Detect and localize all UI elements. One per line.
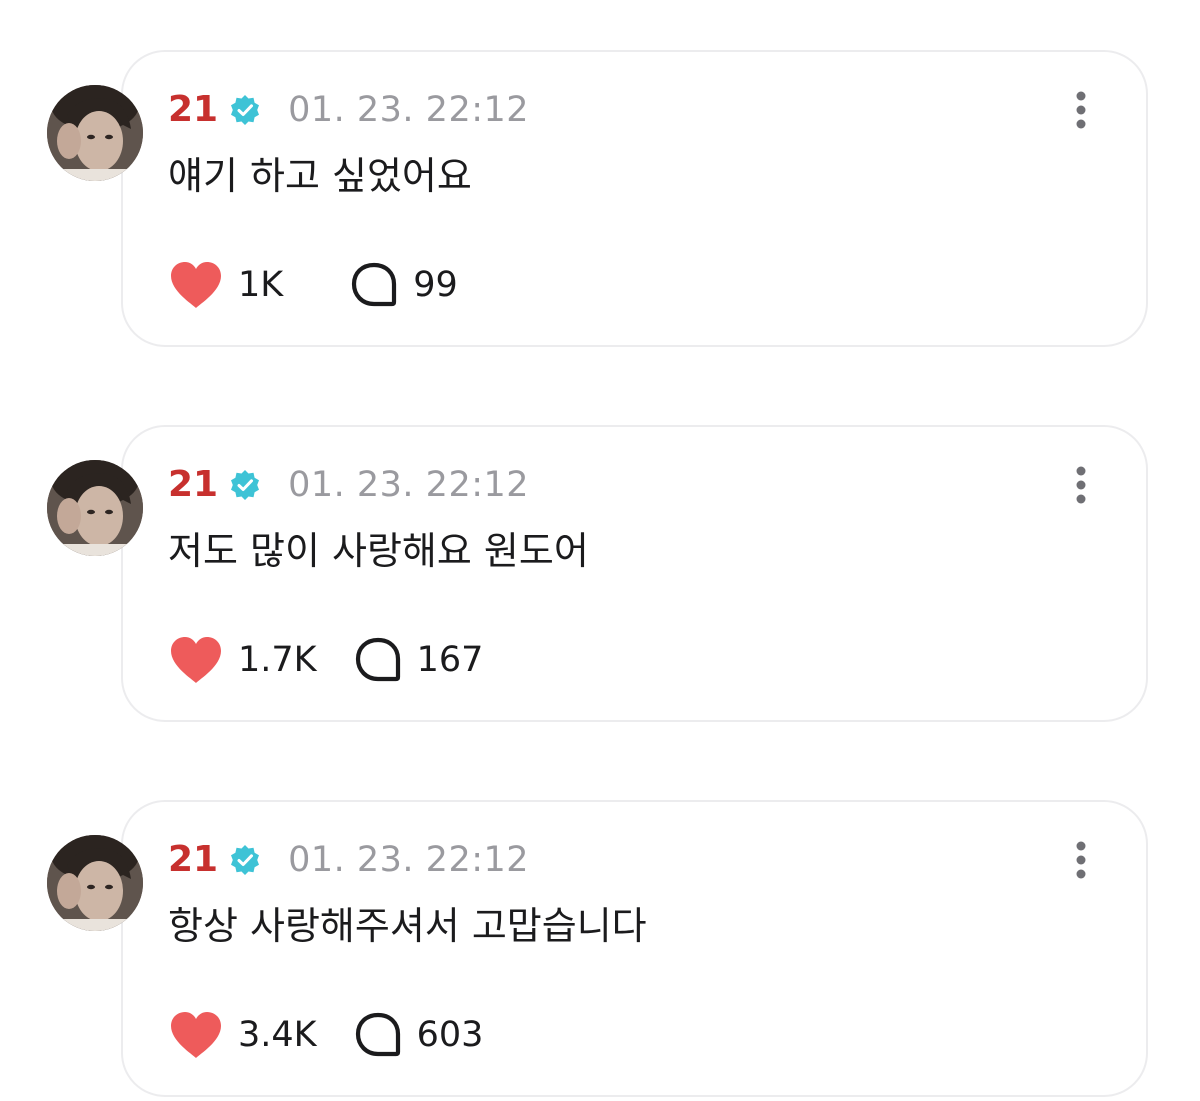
post-card: 21 01. 23. 22:12 항상 사랑해주셔서 고맙습니다 3.4K 60… xyxy=(0,800,1200,1100)
vertical-ellipsis-icon xyxy=(1076,841,1086,879)
like-button[interactable]: 1K xyxy=(168,260,283,310)
post-text: 항상 사랑해주셔서 고맙습니다 xyxy=(168,904,647,948)
post-text: 얘기 하고 싶었어요 xyxy=(168,154,472,198)
heart-icon xyxy=(171,262,221,308)
speech-bubble-icon xyxy=(355,1012,400,1057)
speech-bubble-icon xyxy=(352,262,397,307)
post-timestamp: 01. 23. 22:12 xyxy=(288,90,530,130)
post-actions: 1.7K 167 xyxy=(168,635,483,685)
post-timestamp: 01. 23. 22:12 xyxy=(288,840,530,880)
like-button[interactable]: 3.4K xyxy=(168,1010,317,1060)
like-button[interactable]: 1.7K xyxy=(168,635,317,685)
avatar-image xyxy=(47,460,143,556)
like-count: 1K xyxy=(238,265,284,305)
comment-count: 603 xyxy=(416,1015,484,1055)
more-options-button[interactable] xyxy=(1064,463,1098,507)
heart-icon xyxy=(171,637,221,683)
post-header: 21 01. 23. 22:12 xyxy=(168,463,529,507)
verified-badge-icon xyxy=(228,93,262,127)
post-actions: 1K 99 xyxy=(168,260,458,310)
avatar-image xyxy=(47,85,143,181)
like-count: 1.7K xyxy=(238,640,317,680)
comment-count: 167 xyxy=(416,640,484,680)
more-options-button[interactable] xyxy=(1064,838,1098,882)
author-name[interactable]: 21 xyxy=(168,838,218,882)
post-actions: 3.4K 603 xyxy=(168,1010,483,1060)
speech-bubble-icon xyxy=(355,637,400,682)
post-card: 21 01. 23. 22:12 얘기 하고 싶었어요 1K 99 xyxy=(0,50,1200,350)
verified-badge-icon xyxy=(228,843,262,877)
heart-icon xyxy=(171,1012,221,1058)
post-text: 저도 많이 사랑해요 원도어 xyxy=(168,529,589,573)
like-count: 3.4K xyxy=(238,1015,317,1055)
verified-badge-icon xyxy=(228,468,262,502)
post-timestamp: 01. 23. 22:12 xyxy=(288,465,530,505)
author-name[interactable]: 21 xyxy=(168,463,218,507)
post-header: 21 01. 23. 22:12 xyxy=(168,838,529,882)
comment-count: 99 xyxy=(413,265,458,305)
avatar-image xyxy=(47,835,143,931)
avatar[interactable] xyxy=(47,835,143,931)
post-card: 21 01. 23. 22:12 저도 많이 사랑해요 원도어 1.7K 167 xyxy=(0,425,1200,725)
post-header: 21 01. 23. 22:12 xyxy=(168,88,529,132)
vertical-ellipsis-icon xyxy=(1076,466,1086,504)
more-options-button[interactable] xyxy=(1064,88,1098,132)
comment-button[interactable]: 167 xyxy=(353,635,484,685)
comment-button[interactable]: 603 xyxy=(353,1010,484,1060)
author-name[interactable]: 21 xyxy=(168,88,218,132)
comment-button[interactable]: 99 xyxy=(349,260,458,310)
avatar[interactable] xyxy=(47,85,143,181)
vertical-ellipsis-icon xyxy=(1076,91,1086,129)
post-feed: 21 01. 23. 22:12 얘기 하고 싶었어요 1K 99 21 01.… xyxy=(0,0,1200,1101)
avatar[interactable] xyxy=(47,460,143,556)
